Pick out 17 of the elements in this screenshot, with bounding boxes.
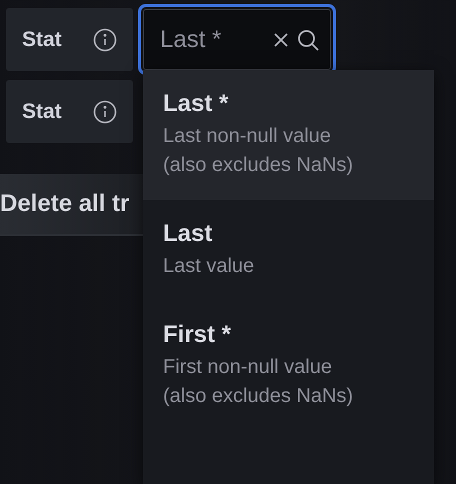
option-title: Last bbox=[163, 220, 214, 248]
delete-button[interactable]: Delete all tr bbox=[0, 174, 143, 236]
info-icon bbox=[93, 100, 117, 124]
label-text: Stat bbox=[22, 100, 62, 124]
menu-option[interactable]: Last Last value bbox=[143, 200, 434, 301]
close-icon[interactable] bbox=[272, 30, 290, 48]
option-description: Last value bbox=[163, 254, 256, 279]
menu-option[interactable]: First * First non-null value (also excludes NaNs) bbox=[143, 301, 434, 431]
info-icon bbox=[93, 28, 117, 52]
option-description: Last non-null value (also excludes NaNs) bbox=[163, 124, 354, 178]
label-text: Stat bbox=[22, 28, 62, 52]
option-title: Last * bbox=[163, 90, 230, 118]
option-title: First * bbox=[163, 321, 232, 349]
placeholder-text: Last * bbox=[160, 26, 222, 54]
search-icon bbox=[296, 28, 320, 52]
menu-option[interactable]: Last * Last non-null value (also excludes NaNs) bbox=[143, 70, 434, 200]
option-description: First non-null value (also excludes NaNs) bbox=[163, 355, 354, 409]
